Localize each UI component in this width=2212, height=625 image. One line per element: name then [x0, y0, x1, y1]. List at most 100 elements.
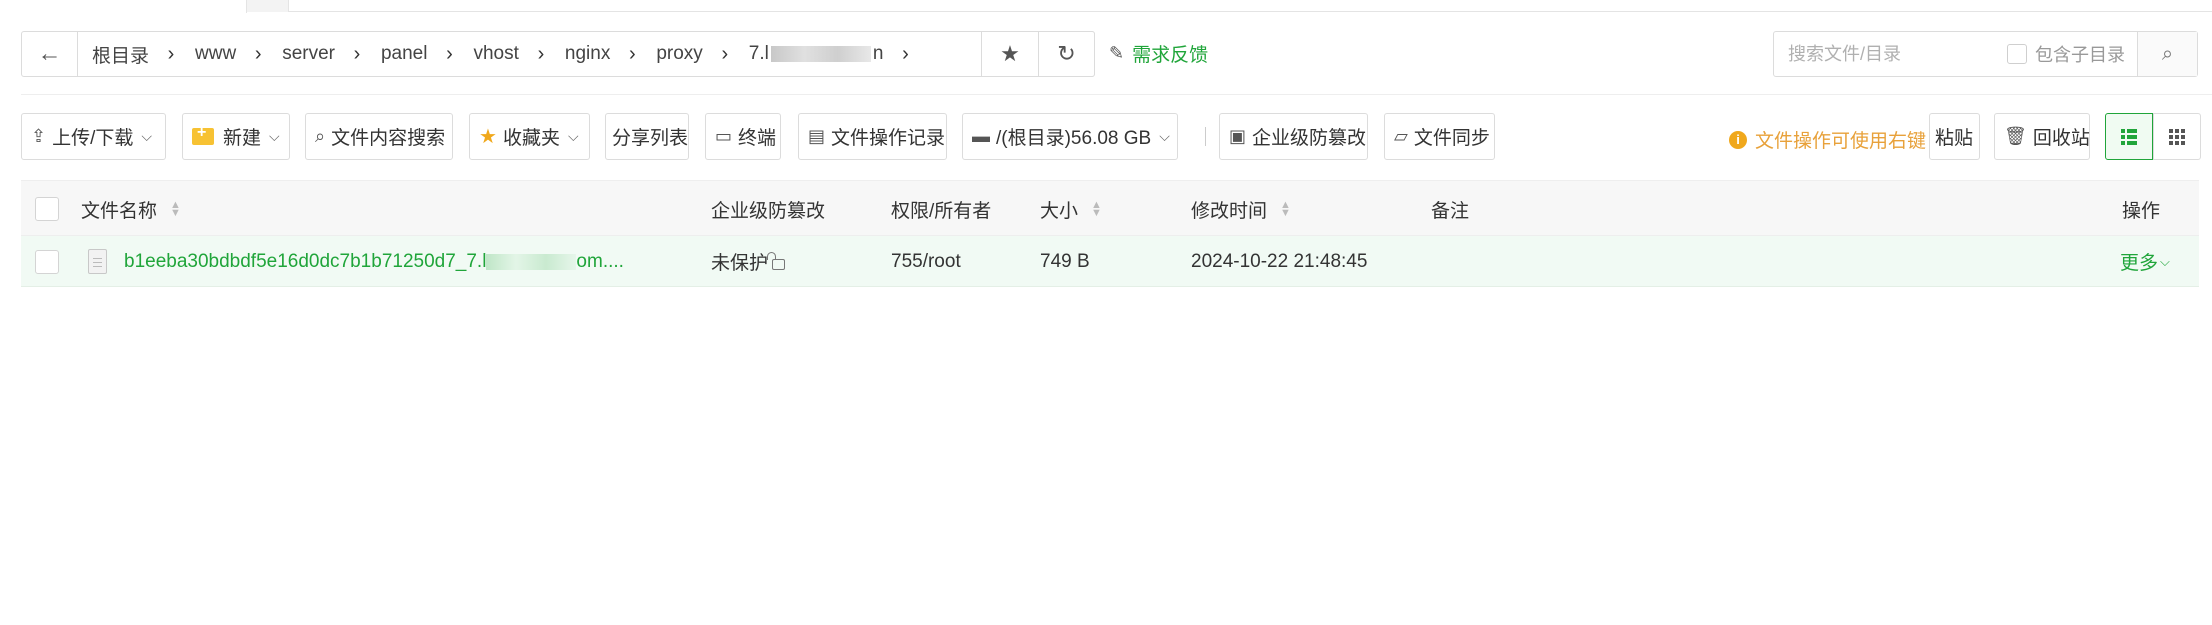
favorites-button[interactable]: ★ 收藏夹 ⌵ [469, 113, 590, 160]
tab-strip-line [0, 11, 2212, 12]
refresh-button[interactable]: ↻ [1038, 31, 1095, 77]
include-subdir-checkbox[interactable]: 包含子目录 [2007, 41, 2125, 67]
tamper-label: 企业级防篡改 [1252, 128, 1367, 149]
row-checkbox[interactable] [35, 249, 59, 274]
log-icon: ▤ [808, 126, 826, 146]
include-subdir-label: 包含子目录 [2035, 45, 2125, 65]
terminal-icon: ▭ [715, 126, 733, 146]
column-label: 修改时间 [1191, 200, 1268, 222]
file-sync-button[interactable]: ▱ 文件同步 [1384, 113, 1495, 160]
breadcrumb-label[interactable]: panel [373, 43, 435, 65]
tip-label: 文件操作可使用右键 [1755, 131, 1927, 152]
grid-view-icon [2169, 128, 2185, 145]
tamper-protect-button[interactable]: ▣ 企业级防篡改 [1219, 113, 1368, 160]
divider [21, 94, 2212, 95]
breadcrumb-label[interactable]: proxy [648, 43, 709, 65]
breadcrumb-label[interactable]: 根目录 [84, 41, 156, 68]
breadcrumb-label[interactable]: vhost [465, 43, 525, 65]
search-button[interactable]: ⌕ [2137, 32, 2197, 76]
paste-button[interactable]: 粘贴 [1929, 113, 1980, 160]
more-actions-button[interactable]: 更多 ⌵ [2120, 236, 2170, 287]
breadcrumb-item-server[interactable]: server › [274, 43, 373, 66]
tab-new[interactable] [247, 0, 289, 12]
breadcrumb-label[interactable]: www [187, 43, 243, 65]
breadcrumb-label[interactable]: server [274, 43, 342, 65]
upload-icon: ⇪ [31, 126, 47, 146]
tab-active[interactable] [0, 0, 247, 13]
file-name-end: om.... [576, 250, 624, 272]
column-header-name[interactable]: 文件名称 ▲ ▼ [81, 181, 181, 237]
back-arrow-icon: ← [37, 40, 62, 67]
more-label: 更多 [2120, 253, 2159, 274]
column-label: 企业级防篡改 [711, 200, 826, 222]
shield-icon: ▣ [1229, 126, 1247, 146]
sort-icon[interactable]: ▲ ▼ [1280, 200, 1291, 219]
column-label: 文件名称 [81, 200, 158, 222]
checkbox[interactable] [2007, 44, 2027, 64]
new-label: 新建 [223, 128, 262, 149]
breadcrumb-item-panel[interactable]: panel › [373, 43, 466, 66]
breadcrumb-label[interactable]: nginx [557, 43, 617, 65]
favorite-path-button[interactable]: ★ [981, 31, 1038, 77]
column-header-perm: 权限/所有者 [891, 181, 991, 237]
file-icon [88, 249, 107, 274]
breadcrumb-item-proxy[interactable]: proxy › [648, 43, 740, 66]
new-button[interactable]: 新建 ⌵ [182, 113, 290, 160]
info-icon: i [1729, 130, 1747, 149]
sort-icon[interactable]: ▲ ▼ [1091, 200, 1102, 219]
feedback-label: 需求反馈 [1132, 45, 1209, 66]
modified-time: 2024-10-22 21:48:45 [1191, 236, 1367, 287]
list-view-button[interactable] [2105, 113, 2153, 160]
sort-icon[interactable]: ▲ ▼ [170, 200, 181, 219]
share-list-label: 分享列表 [612, 128, 689, 149]
feedback-link[interactable]: ✎ 需求反馈 [1109, 40, 1208, 67]
upload-download-button[interactable]: ⇪ 上传/下载 ⌵ [21, 113, 166, 160]
tamper-status[interactable]: 未保护 [711, 236, 786, 287]
column-header-tamper: 企业级防篡改 [711, 181, 825, 237]
lock-icon [767, 252, 786, 270]
folder-plus-icon [192, 124, 214, 145]
content-search-button[interactable]: ⌕ 文件内容搜索 [305, 113, 453, 160]
chevron-down-icon: ⌵ [141, 128, 152, 144]
select-all-checkbox-cell [35, 181, 59, 237]
chevron-down-icon: ⌵ [1159, 128, 1170, 144]
list-view-icon [2121, 128, 2137, 145]
search-input[interactable] [1774, 32, 2004, 76]
permission-owner[interactable]: 755/root [891, 236, 961, 287]
row-checkbox-cell [35, 236, 59, 287]
recycle-label: 回收站 [2032, 128, 2090, 149]
chevron-right-icon: › [446, 42, 453, 65]
tab-strip [0, 0, 2212, 13]
breadcrumb-item-current[interactable]: 7.l n › [741, 43, 922, 66]
file-name-link[interactable]: b1eeba30bdbdf5e16d0dc7b1b71250d7_7.l om..… [124, 236, 624, 287]
star-icon: ★ [1000, 41, 1020, 66]
grid-view-button[interactable] [2153, 113, 2201, 160]
breadcrumb-item-www[interactable]: www › [187, 43, 274, 66]
chevron-right-icon: › [353, 42, 361, 65]
table-header: 文件名称 ▲ ▼ 企业级防篡改 权限/所有者 大小 ▲ ▼ 修改时间 ▲ ▼ 备注 操作 [21, 180, 2199, 236]
chevron-down-icon: ⌵ [269, 128, 280, 144]
terminal-label: 终端 [738, 128, 777, 149]
back-button[interactable]: ← [22, 32, 78, 76]
disk-select[interactable]: ▬ /(根目录)56.08 GB ⌵ [962, 113, 1178, 160]
file-size: 749 B [1040, 236, 1090, 287]
breadcrumb-label[interactable]: 7.l n [741, 43, 891, 65]
breadcrumb-item-vhost[interactable]: vhost › [465, 43, 556, 66]
column-header-size[interactable]: 大小 ▲ ▼ [1040, 181, 1102, 237]
column-header-mtime[interactable]: 修改时间 ▲ ▼ [1191, 181, 1291, 237]
paste-label: 粘贴 [1935, 128, 1974, 149]
table-row[interactable]: b1eeba30bdbdf5e16d0dc7b1b71250d7_7.l om..… [21, 236, 2199, 287]
chevron-right-icon: › [254, 42, 262, 65]
recycle-bin-button[interactable]: 🗑 回收站 [1994, 113, 2090, 160]
tamper-status-label: 未保护 [711, 253, 769, 274]
select-all-checkbox[interactable] [35, 197, 59, 221]
chevron-down-icon: ⌵ [567, 128, 579, 144]
modified-time-label: 2024-10-22 21:48:45 [1191, 250, 1368, 272]
breadcrumb-item-nginx[interactable]: nginx › [557, 43, 648, 66]
terminal-button[interactable]: ▭ 终端 [705, 113, 781, 160]
chevron-right-icon: › [537, 42, 545, 65]
share-list-button[interactable]: 分享列表 [605, 113, 689, 160]
operation-log-button[interactable]: ▤ 文件操作记录 [798, 113, 947, 160]
star-icon: ★ [479, 126, 497, 148]
breadcrumb-item-root[interactable]: 根目录 › [84, 41, 187, 68]
